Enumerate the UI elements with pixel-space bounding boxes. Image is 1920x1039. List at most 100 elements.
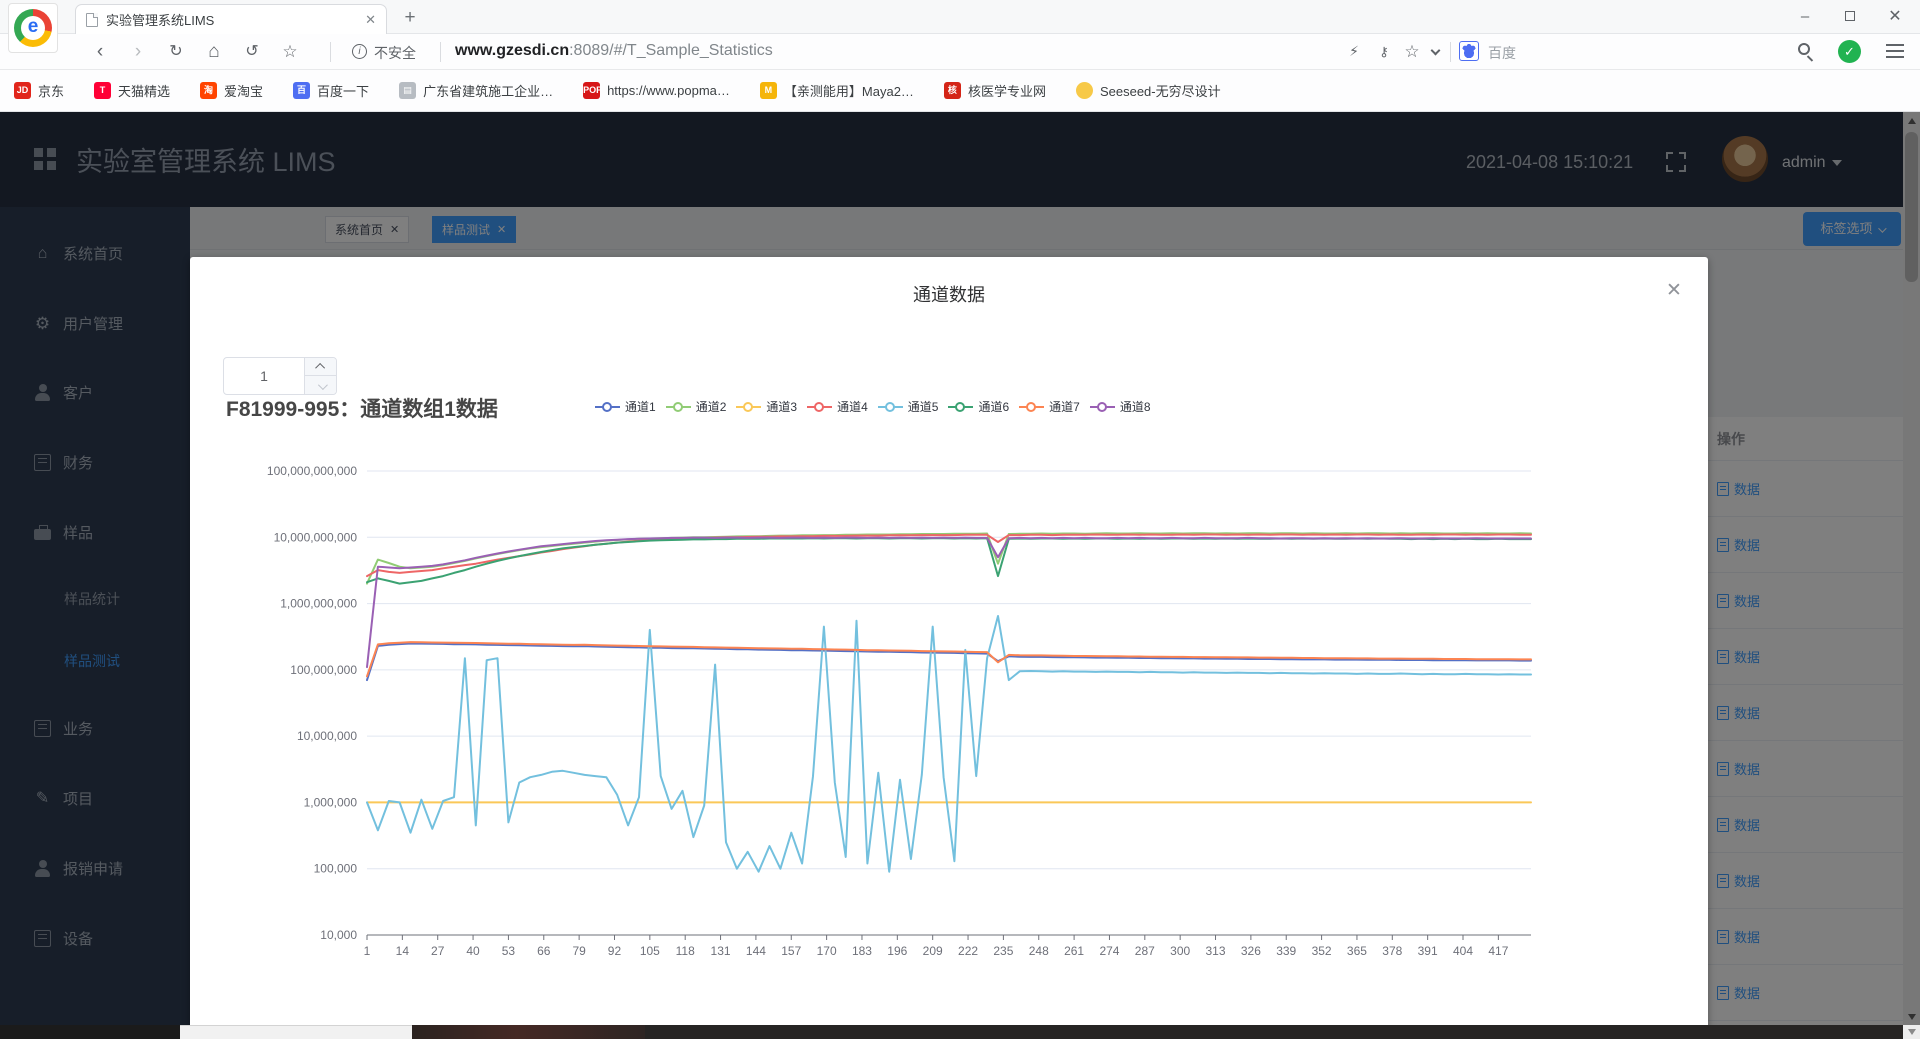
forward-icon[interactable]: › (124, 38, 152, 66)
x-axis-tick-label: 222 (958, 944, 978, 958)
star-icon[interactable]: ☆ (1398, 38, 1426, 66)
x-axis-tick-label: 326 (1241, 944, 1261, 958)
browser-logo-e: e (21, 16, 45, 40)
bookmark-icon: POP (583, 82, 601, 99)
divider (330, 42, 331, 62)
series-line-通道4 (366, 533, 1532, 578)
x-axis-tick-label: 66 (537, 944, 551, 958)
group-number-input[interactable] (224, 358, 304, 394)
bookmark-label: 爱淘宝 (224, 84, 264, 99)
legend-label: 通道1 (625, 400, 656, 414)
channel-data-dialog: 通道数据 ✕ F81999-995：通道数组1数据 通道1通道2通道3通道4通道… (190, 257, 1708, 1039)
horizontal-scrollbar[interactable] (180, 1025, 412, 1039)
divider (1450, 42, 1451, 62)
x-axis-tick-label: 300 (1170, 944, 1190, 958)
y-axis-tick-label: 100,000,000 (290, 663, 357, 677)
legend-item-通道1[interactable]: 通道1 (595, 398, 656, 415)
group-number-stepper (223, 357, 337, 395)
x-axis-tick-label: 313 (1206, 944, 1226, 958)
tab-close-icon[interactable]: ✕ (365, 12, 376, 28)
x-axis-tick-label: 209 (923, 944, 943, 958)
bookmark-icon: 百 (293, 82, 311, 99)
bookmark-item[interactable]: T 天猫精选 (94, 81, 170, 100)
x-axis-tick-label: 53 (502, 944, 516, 958)
window-close-button[interactable]: ✕ (1878, 4, 1912, 30)
chart-canvas: 100,000,000,000 10,000,000,000 1,000,000,0… (267, 464, 1532, 958)
x-axis-tick-label: 196 (887, 944, 907, 958)
bookmarks-bar: JD 京东 T 天猫精选 淘爱淘宝 百百度一下 ▤ 广东省建筑施工企业… POP https://… (0, 70, 1920, 112)
series-line-通道7 (366, 641, 1532, 678)
legend-item-通道5[interactable]: 通道5 (877, 398, 938, 415)
reload-icon[interactable]: ↻ (162, 38, 190, 66)
browser-logo: e (8, 3, 58, 53)
baidu-icon[interactable] (1459, 41, 1479, 61)
bookmark-item[interactable]: M 【亲测能用】Maya2… (759, 81, 914, 100)
bookmark-item[interactable]: 核核医学专业网 (943, 81, 1046, 100)
bookmark-item[interactable]: 百百度一下 (293, 81, 369, 100)
info-icon[interactable]: i (352, 44, 367, 59)
legend-marker-icon (877, 400, 903, 414)
x-axis-tick-label: 339 (1276, 944, 1296, 958)
legend-item-通道2[interactable]: 通道2 (665, 398, 726, 415)
bookmark-icon: ▤ (399, 82, 417, 99)
legend-label: 通道7 (1049, 400, 1080, 414)
legend-label: 通道3 (766, 400, 798, 414)
x-axis-tick-label: 183 (852, 944, 872, 958)
bookmark-item[interactable]: Seeseed-无穷尽设计 (1075, 81, 1221, 100)
bookmark-item[interactable]: ▤ 广东省建筑施工企业… (399, 81, 553, 100)
bookmark-icon: 淘 (200, 82, 218, 99)
security-label[interactable]: 不安全 (374, 43, 416, 63)
legend-item-通道4[interactable]: 通道4 (807, 398, 868, 415)
page-icon (86, 12, 98, 27)
scroll-corner (1903, 1025, 1920, 1039)
bookmark-label: 【亲测能用】Maya2… (783, 84, 914, 99)
series-line-通道2 (366, 532, 1532, 585)
safety-badge-icon[interactable]: ✓ (1838, 40, 1861, 63)
back-icon[interactable]: ‹ (86, 38, 114, 66)
x-axis-tick-label: 14 (396, 944, 410, 958)
home-icon[interactable]: ⌂ (200, 38, 228, 66)
legend-item-通道6[interactable]: 通道6 (948, 398, 1009, 415)
y-axis-tick-label: 10,000,000,000 (274, 530, 358, 544)
legend-marker-icon (736, 400, 762, 414)
x-axis-tick-label: 274 (1099, 944, 1119, 958)
legend-marker-icon (948, 400, 974, 414)
x-axis-tick-label: 105 (640, 944, 660, 958)
series-line-通道6 (366, 537, 1532, 585)
search-icon[interactable] (1798, 43, 1810, 55)
x-axis-tick-label: 352 (1312, 944, 1332, 958)
screen: e 实验管理系统LIMS ✕ + – ✕ ‹ › ↻ ⌂ ↺ ☆ i 不安全 w… (0, 0, 1920, 1039)
legend-item-通道8[interactable]: 通道8 (1089, 398, 1151, 415)
y-axis-tick-label: 100,000,000,000 (267, 464, 357, 478)
x-axis-tick-label: 1 (364, 944, 371, 958)
dialog-close-icon[interactable]: ✕ (1662, 279, 1686, 303)
search-engine-label[interactable]: 百度 (1488, 43, 1516, 63)
window-minimize-button[interactable]: – (1788, 4, 1822, 30)
bookmark-item[interactable]: JD 京东 (14, 81, 64, 100)
new-tab-button[interactable]: + (398, 6, 422, 30)
flash-icon[interactable]: ⚡ (1340, 38, 1368, 66)
bookmark-icon: M (759, 82, 777, 99)
increase-button[interactable] (305, 358, 337, 376)
bookmark-label: https://www.popma… (607, 83, 730, 98)
bookmark-item[interactable]: 淘爱淘宝 (200, 81, 263, 100)
window-maximize-button[interactable] (1833, 4, 1867, 30)
legend-item-通道3[interactable]: 通道3 (736, 398, 797, 415)
menu-icon[interactable] (1886, 44, 1904, 58)
undo-icon[interactable]: ↺ (238, 38, 266, 66)
bottom-strip-dark (0, 1025, 180, 1039)
bookmark-star-icon[interactable]: ☆ (276, 38, 304, 66)
legend-marker-icon (595, 400, 620, 414)
x-axis-tick-label: 378 (1382, 944, 1402, 958)
legend-item-通道7[interactable]: 通道7 (1019, 398, 1080, 415)
bookmark-item[interactable]: POP https://www.popma… (583, 82, 730, 99)
y-axis-tick-label: 100,000 (314, 862, 358, 876)
x-axis-tick-label: 79 (572, 944, 586, 958)
browser-toolbar: ‹ › ↻ ⌂ ↺ ☆ i 不安全 www.gzesdi.cn:8089/#/T… (0, 34, 1920, 70)
browser-tab[interactable]: 实验管理系统LIMS ✕ (75, 4, 387, 34)
y-axis-tick-label: 10,000,000 (297, 729, 357, 743)
chevron-down-icon[interactable] (1430, 45, 1441, 56)
bookmark-label: 百度一下 (317, 84, 370, 99)
url-bar[interactable]: www.gzesdi.cn:8089/#/T_Sample_Statistics (455, 42, 773, 60)
key-icon[interactable]: ⚷ (1370, 38, 1398, 66)
